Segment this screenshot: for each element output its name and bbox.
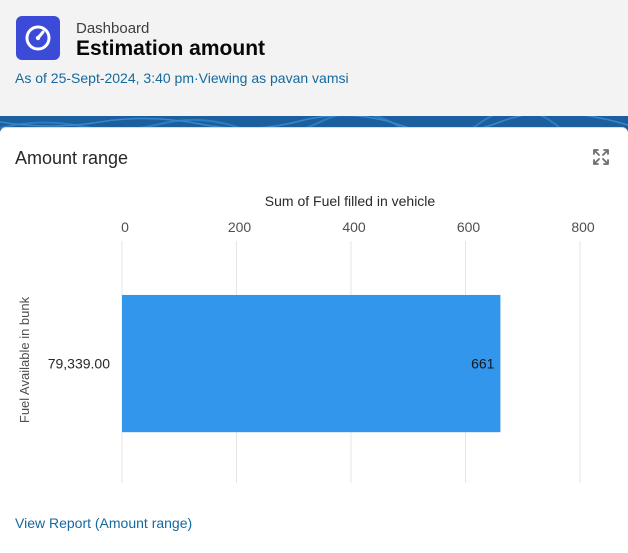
- x-tick-label: 800: [571, 219, 595, 235]
- dashboard-eyebrow: Dashboard: [76, 20, 150, 37]
- x-tick-label: 0: [121, 219, 129, 235]
- bar-chart: Sum of Fuel filled in vehicle 0 200 400 600 8…: [17, 193, 595, 483]
- chart-card: Amount range Sum of Fuel filled in vehic…: [0, 127, 628, 553]
- x-tick-label: 200: [228, 219, 252, 235]
- x-tick-label: 400: [342, 219, 366, 235]
- bar-data-label: 661: [471, 356, 495, 372]
- bar: [122, 294, 501, 433]
- dashboard-header: Dashboard Estimation amount As of 25-Sep…: [0, 0, 628, 117]
- as-of-timestamp: As of 25-Sept-2024, 3:40 pm: [15, 70, 194, 86]
- y-category-label: 79,339.00: [48, 356, 110, 372]
- y-axis-title: Fuel Available in bunk: [17, 296, 32, 423]
- dashboard-subline: As of 25-Sept-2024, 3:40 pm·Viewing as p…: [15, 70, 349, 86]
- dashboard-gauge-icon: [16, 16, 60, 60]
- x-axis-title: Sum of Fuel filled in vehicle: [265, 193, 436, 209]
- dashboard-title: Estimation amount: [76, 37, 266, 60]
- x-tick-label: 600: [457, 219, 481, 235]
- viewing-as-link[interactable]: Viewing as pavan vamsi: [199, 70, 349, 86]
- view-report-link[interactable]: View Report (Amount range): [15, 515, 192, 531]
